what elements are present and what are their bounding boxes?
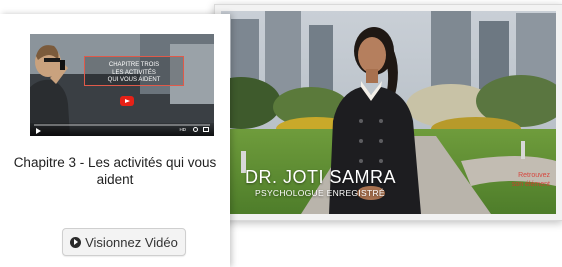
thumbnail-chapter-overlay: CHAPITRE TROIS LES ACTIVITÉS QUI VOUS AI… [84, 56, 184, 86]
brand-line: Retrouvez [518, 172, 550, 179]
settings-icon[interactable] [193, 127, 198, 132]
fullscreen-icon[interactable] [203, 127, 209, 132]
watch-video-button[interactable]: Visionnez Vidéo [62, 228, 186, 256]
main-video-frame[interactable]: DR. JOTI SAMRA PSYCHOLOGUE ENREGISTRÉ Re… [214, 4, 562, 221]
play-circle-icon [70, 236, 82, 248]
overlay-line: LES ACTIVITÉS [112, 69, 156, 76]
hd-label: HD [179, 127, 187, 132]
video-thumbnail[interactable]: CHAPITRE TROIS LES ACTIVITÉS QUI VOUS AI… [30, 34, 214, 136]
video-card: CHAPITRE TROIS LES ACTIVITÉS QUI VOUS AI… [0, 14, 230, 267]
video-title: Chapitre 3 - Les activités qui vous aide… [13, 155, 217, 187]
watch-video-label: Visionnez Vidéo [85, 234, 178, 250]
presenter-name: DR. JOTI SAMRA [245, 167, 397, 187]
overlay-line: QUI VOUS AIDENT [107, 77, 161, 83]
brand-watermark: Retrouvez son élément [500, 171, 550, 189]
progress-bar[interactable] [34, 124, 210, 126]
play-icon[interactable] [36, 128, 41, 134]
presenter-title: PSYCHOLOGUE ENREGISTRÉ [255, 188, 385, 198]
youtube-play-icon[interactable] [120, 96, 134, 106]
video-controls-bar: HD [30, 123, 214, 136]
brand-line: son élément [511, 181, 550, 188]
overlay-line: CHAPITRE TROIS [108, 62, 160, 68]
